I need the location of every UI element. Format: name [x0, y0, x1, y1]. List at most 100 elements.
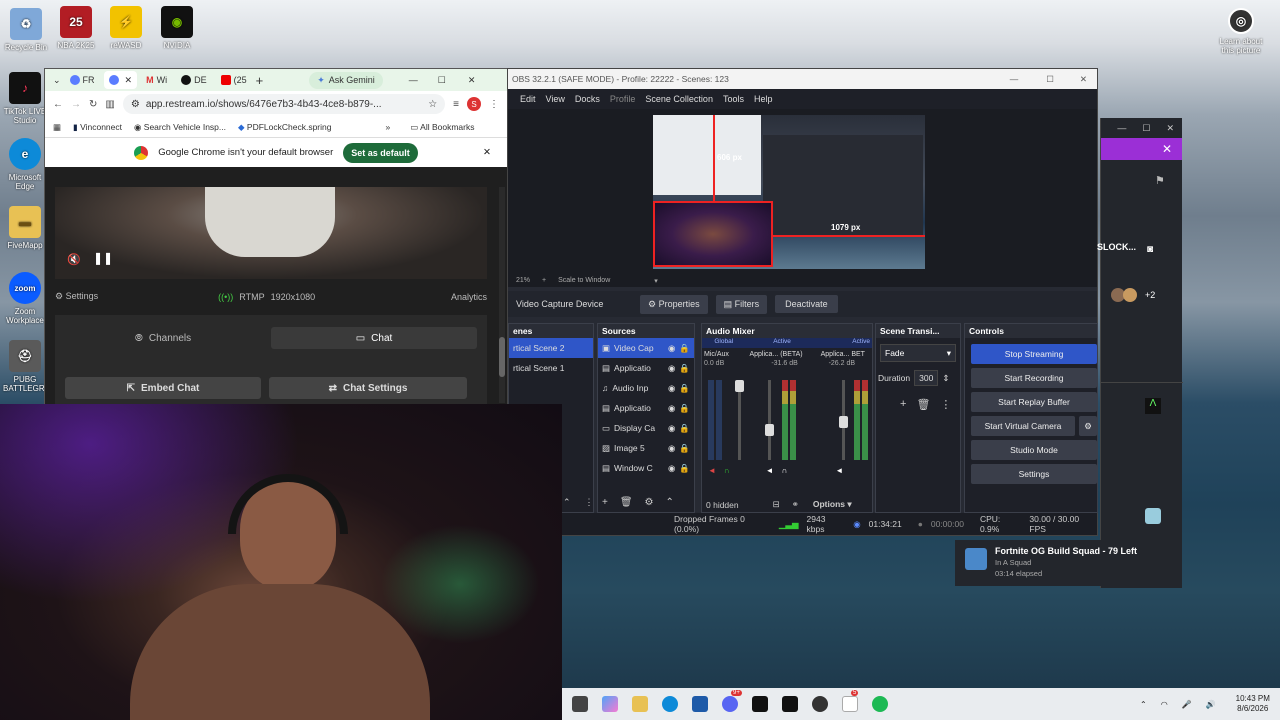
lock-icon[interactable]: 🔒 — [679, 423, 690, 434]
properties-button[interactable]: ⚙ Properties — [640, 294, 708, 314]
close-icon[interactable]: ✕ — [1080, 74, 1087, 85]
transition-select[interactable]: Fade ▾ — [880, 344, 956, 362]
source-item[interactable]: ▭ Display Ca ◉ 🔒 — [598, 418, 694, 438]
more-bookmarks-icon[interactable]: » — [385, 122, 390, 132]
media-icon[interactable]: ≡ — [453, 99, 459, 110]
source-item[interactable]: ▨ Image 5 ◉ 🔒 — [598, 438, 694, 458]
obs-icon[interactable] — [812, 696, 828, 712]
camera-icon[interactable]: ◎ Learn about this picture — [1218, 8, 1264, 55]
eye-icon[interactable]: ◉ — [668, 423, 675, 434]
menu-docks[interactable]: Docks — [575, 94, 600, 104]
start-replay-buffer-button[interactable]: Start Replay Buffer — [971, 392, 1097, 412]
studio-mode-button[interactable]: Studio Mode — [971, 440, 1097, 460]
virtual-camera-settings-button[interactable]: ⚙ — [1079, 416, 1097, 436]
tab-youtube[interactable]: (25 — [216, 71, 252, 89]
lock-icon[interactable]: 🔒 — [679, 463, 690, 474]
tab-channels[interactable]: ⦾ Channels — [63, 327, 263, 349]
source-item[interactable]: ▣ Video Cap ◉ 🔒 — [598, 338, 694, 358]
recycle-bin-icon[interactable]: ♻ Recycle Bin — [4, 8, 48, 52]
rewasd-icon[interactable]: ⚡ reWASD — [104, 6, 148, 50]
close-notice-icon[interactable]: ✕ — [483, 147, 491, 158]
chevron-down-icon[interactable]: ▾ — [654, 277, 658, 285]
back-icon[interactable]: ← — [53, 99, 63, 110]
link-icon[interactable]: ⚭ — [792, 499, 799, 510]
mute-icon[interactable]: ◄ — [708, 466, 716, 475]
discord-icon[interactable]: ◙ — [1147, 244, 1153, 255]
menu-icon[interactable]: ⋮ — [489, 99, 499, 110]
lock-icon[interactable]: 🔒 — [679, 403, 690, 414]
avatar[interactable] — [1123, 288, 1137, 302]
reload-icon[interactable]: ↻ — [89, 99, 97, 110]
tab-fr[interactable]: FR — [65, 71, 100, 89]
speaker-icon[interactable]: ◄ — [835, 466, 843, 475]
menu-view[interactable]: View — [546, 94, 565, 104]
menu-scene-collection[interactable]: Scene Collection — [645, 94, 713, 104]
lock-icon[interactable]: 🔒 — [679, 343, 690, 354]
tray-chevron-icon[interactable]: ⌃ — [1140, 700, 1147, 709]
copilot-icon[interactable] — [602, 696, 618, 712]
add-icon[interactable]: + — [900, 398, 906, 411]
all-bookmarks[interactable]: ▭ All Bookmarks — [410, 122, 474, 133]
source-item[interactable]: ▤ Applicatio ◉ 🔒 — [598, 398, 694, 418]
eye-icon[interactable]: ◉ — [668, 463, 675, 474]
task-view-icon[interactable] — [572, 696, 588, 712]
more-icon[interactable]: ⋮ — [585, 497, 594, 508]
notification-toast[interactable]: Fortnite OG Build Squad - 79 Left In A S… — [955, 540, 1182, 586]
deactivate-button[interactable]: Deactivate — [775, 295, 838, 313]
trash-icon[interactable]: 🗑 — [916, 398, 930, 411]
tiktok-icon[interactable]: ♪ TikTok LIVE Studio — [3, 72, 47, 125]
group-name[interactable]: SLOCK... — [1097, 242, 1136, 252]
close-icon[interactable]: ✕ — [1166, 123, 1174, 134]
bookmark-vinconnect[interactable]: ▮ Vinconnect — [73, 122, 122, 133]
wifi-icon[interactable]: ◠ — [1161, 700, 1168, 709]
edge-icon[interactable] — [662, 696, 678, 712]
url-input[interactable]: ⚙ app.restream.io/shows/6476e7b3-4b43-4ce… — [122, 94, 446, 114]
site-info-icon[interactable]: ⚙ — [131, 99, 140, 110]
stepper-icon[interactable]: ⇕ — [942, 373, 949, 384]
zoom-icon[interactable]: zoom Zoom Workplace — [3, 272, 47, 325]
minimize-icon[interactable]: — — [409, 75, 418, 85]
maximize-icon[interactable]: ☐ — [1046, 74, 1054, 85]
start-virtual-camera-button[interactable]: Start Virtual Camera — [971, 416, 1075, 436]
stop-streaming-button[interactable]: Stop Streaming — [971, 344, 1097, 364]
mic-icon[interactable]: 🎤 — [1182, 700, 1192, 709]
analytics-link[interactable]: Analytics — [451, 292, 487, 302]
options-button[interactable]: Options ▾ — [813, 499, 852, 510]
bookmark-search-vehicle[interactable]: ◉ Search Vehicle Insp... — [134, 122, 226, 133]
settings-button[interactable]: Settings — [971, 464, 1097, 484]
maximize-icon[interactable]: ☐ — [1142, 123, 1150, 134]
forward-icon[interactable]: → — [71, 99, 81, 110]
start-recording-button[interactable]: Start Recording — [971, 368, 1097, 388]
volume-slider[interactable] — [765, 380, 774, 460]
volume-slider[interactable] — [839, 380, 848, 460]
tab-tiktok[interactable]: DE — [176, 71, 212, 89]
close-banner-icon[interactable]: ✕ — [1162, 142, 1172, 156]
trash-icon[interactable]: 🗑 — [620, 497, 633, 508]
webcam-source-selected[interactable] — [653, 201, 773, 267]
source-item[interactable]: ♫ Audio Inp ◉ 🔒 — [598, 378, 694, 398]
duration-input[interactable]: 300 — [914, 370, 939, 386]
headphones-icon[interactable]: ∩ — [724, 466, 730, 475]
more-icon[interactable]: ⋮ — [940, 398, 951, 411]
folder-icon[interactable]: ▬ FiveMapp — [3, 206, 47, 250]
eye-icon[interactable]: ◉ — [668, 363, 675, 374]
pubg-icon[interactable]: ⛑ PUBG BATTLEGR... — [3, 340, 51, 393]
bookmark-pdflock[interactable]: ◆ PDFLockCheck.spring — [238, 122, 331, 133]
volume-slider[interactable] — [735, 380, 744, 460]
discord-icon[interactable]: 9+ — [722, 690, 742, 712]
pause-icon[interactable]: ❚❚ — [93, 251, 113, 265]
embed-chat-button[interactable]: ⇱ Embed Chat — [65, 377, 261, 399]
apps-icon[interactable]: ▦ — [53, 122, 61, 133]
eye-icon[interactable]: ◉ — [668, 443, 675, 454]
tab-restream[interactable]: ✕ — [103, 71, 138, 89]
volume-icon[interactable]: 🔊 — [1206, 700, 1216, 709]
nba2k-icon[interactable]: 25 NBA 2K25 — [54, 6, 98, 50]
scene-item[interactable]: rtical Scene 1 — [509, 358, 593, 378]
lock-icon[interactable]: 🔒 — [679, 363, 690, 374]
chat-settings-button[interactable]: ⇄ Chat Settings — [269, 377, 467, 399]
spotify-icon[interactable] — [872, 696, 888, 712]
edge-icon[interactable]: e Microsoft Edge — [3, 138, 47, 191]
bookmark-star-icon[interactable]: ☆ — [428, 99, 437, 110]
close-window-icon[interactable]: ✕ — [468, 75, 476, 86]
headphones-icon[interactable]: ∩ — [782, 466, 788, 475]
